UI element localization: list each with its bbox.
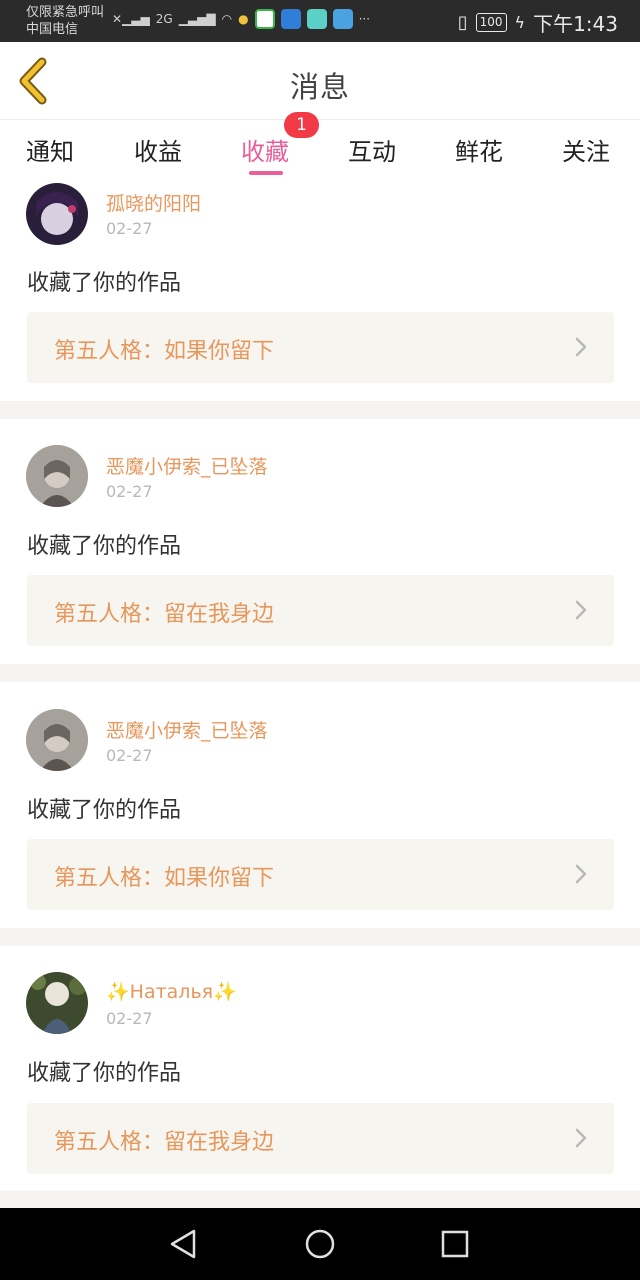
avatar[interactable]: [26, 709, 88, 771]
battery-icon: 100: [475, 13, 507, 32]
nav-recents-icon[interactable]: [441, 1230, 469, 1258]
status-bar: 仅限紧急呼叫 中国电信 ✕▁▃▅ 2G ▁▃▅▇ ◠ ● ··· ▯ 100 ϟ…: [0, 0, 640, 42]
work-title: 第五人格：留在我身边: [54, 602, 275, 627]
network-type: 2G: [155, 12, 173, 26]
chevron-right-icon: [575, 1128, 587, 1148]
divider: [0, 1191, 640, 1209]
chevron-right-icon: [575, 337, 587, 357]
carrier-info: 仅限紧急呼叫 中国电信: [26, 4, 104, 38]
work-link[interactable]: 第五人格：留在我身边: [27, 575, 614, 646]
avatar[interactable]: [26, 972, 88, 1034]
avatar[interactable]: [26, 445, 88, 507]
tab-flowers[interactable]: 鲜花: [455, 132, 503, 167]
avatar[interactable]: [26, 183, 88, 245]
no-sim-icon: ✕▁▃▅: [112, 12, 150, 26]
work-title: 第五人格：如果你留下: [54, 339, 275, 364]
clock: 下午1:43: [533, 12, 618, 36]
play-app-icon: [254, 9, 275, 29]
action-text: 收藏了你的作品: [27, 534, 182, 559]
work-title: 第五人格：留在我身边: [54, 1130, 275, 1155]
tab-earnings[interactable]: 收益: [134, 132, 182, 167]
tab-interactions[interactable]: 互动: [348, 132, 396, 167]
tab-bar: 通知 收益 收藏 互动 鲜花 关注: [0, 120, 640, 180]
send-app-icon: [332, 9, 353, 29]
action-text: 收藏了你的作品: [27, 798, 182, 823]
chevron-right-icon: [575, 600, 587, 620]
timestamp: 02-27: [106, 482, 153, 501]
action-text: 收藏了你的作品: [27, 1061, 182, 1086]
username[interactable]: 孤晓的阳阳: [106, 189, 201, 216]
work-link[interactable]: 第五人格：如果你留下: [27, 839, 614, 910]
paw-app-icon: [280, 9, 301, 29]
action-text: 收藏了你的作品: [27, 271, 182, 296]
status-icons: ✕▁▃▅ 2G ▁▃▅▇ ◠ ● ···: [112, 9, 370, 29]
username[interactable]: 恶魔小伊索_已坠落: [106, 716, 268, 743]
favorites-badge: 1: [284, 112, 319, 138]
timestamp: 02-27: [106, 219, 153, 238]
username[interactable]: 恶魔小伊索_已坠落: [106, 452, 268, 479]
divider: [0, 664, 640, 682]
charging-icon: ϟ: [514, 13, 526, 32]
divider: [0, 401, 640, 419]
divider: [0, 928, 640, 946]
chat-app-icon: [306, 9, 327, 29]
username[interactable]: ✨Наталья✨: [106, 980, 237, 1003]
list-item: 恶魔小伊索_已坠落 02-27 收藏了你的作品 第五人格：留在我身边: [0, 419, 640, 646]
wifi-icon: ◠: [221, 12, 233, 26]
status-right: ▯ 100 ϟ 下午1:43: [458, 8, 618, 37]
tab-follows[interactable]: 关注: [562, 132, 610, 167]
more-icon: ···: [358, 12, 371, 26]
header: 消息: [0, 42, 640, 120]
nav-home-icon[interactable]: [304, 1228, 336, 1260]
tab-notifications[interactable]: 通知: [26, 132, 74, 167]
timestamp: 02-27: [106, 746, 153, 765]
emergency-text: 仅限紧急呼叫: [26, 5, 105, 20]
list-item: ✨Наталья✨ 02-27 收藏了你的作品 第五人格：留在我身边: [0, 946, 640, 1174]
tab-favorites[interactable]: 收藏: [241, 132, 289, 167]
work-link[interactable]: 第五人格：如果你留下: [27, 312, 614, 383]
carrier-name: 中国电信: [26, 22, 79, 37]
system-nav-bar: [0, 1208, 640, 1280]
timestamp: 02-27: [106, 1009, 153, 1028]
page-title: 消息: [289, 70, 350, 104]
work-link[interactable]: 第五人格：留在我身边: [27, 1103, 614, 1174]
nav-back-icon[interactable]: [168, 1228, 198, 1260]
vibrate-icon: ▯: [457, 12, 468, 33]
signal-icon: ▁▃▅▇: [178, 12, 216, 26]
work-title: 第五人格：如果你留下: [54, 866, 275, 891]
active-tab-indicator: [249, 171, 283, 175]
chevron-right-icon: [575, 864, 587, 884]
list-item: 恶魔小伊索_已坠落 02-27 收藏了你的作品 第五人格：如果你留下: [0, 682, 640, 910]
list-item: 孤晓的阳阳 02-27 收藏了你的作品 第五人格：如果你留下: [0, 180, 640, 401]
notification-icon: ●: [238, 12, 249, 26]
